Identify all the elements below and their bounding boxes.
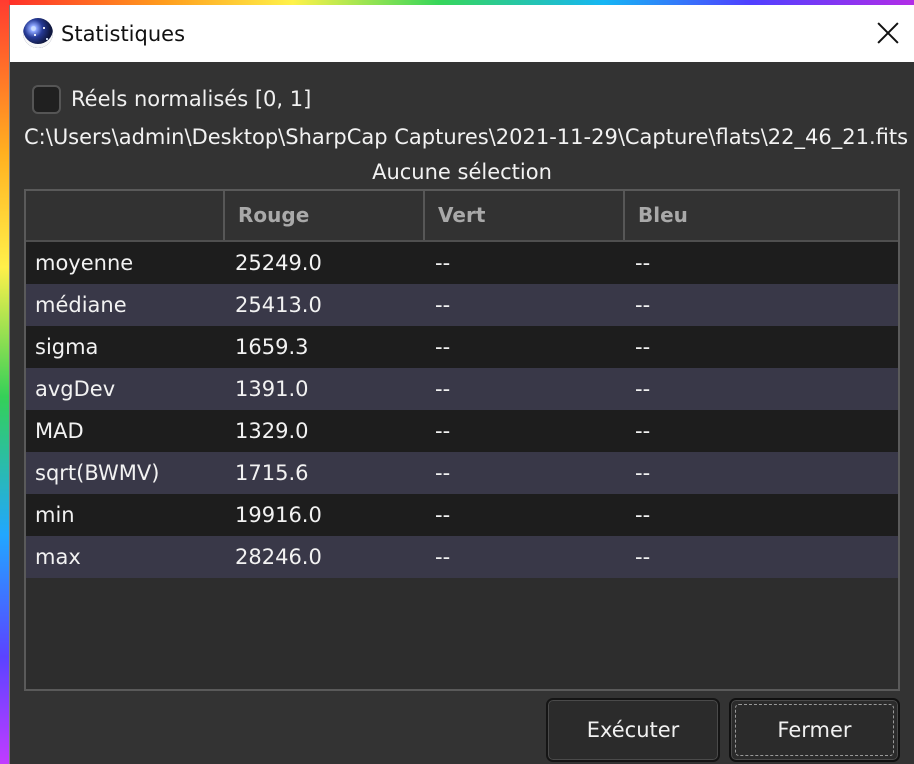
siril-globe-icon: [23, 18, 53, 48]
stat-name: avgDev: [35, 377, 116, 401]
window-title: Statistiques: [61, 22, 186, 46]
normalized-checkbox-label: Réels normalisés [0, 1]: [71, 87, 312, 111]
desktop-rainbow-edge: [0, 0, 9, 764]
table-row: max 28246.0 -- --: [26, 536, 898, 578]
stat-name: MAD: [35, 419, 84, 443]
close-icon[interactable]: [874, 19, 902, 47]
red-value: 1329.0: [235, 419, 309, 443]
green-value: --: [435, 503, 451, 527]
normalized-checkbox[interactable]: [32, 84, 61, 114]
row-label-header: [26, 191, 225, 240]
green-value: --: [435, 293, 451, 317]
green-value: --: [435, 335, 451, 359]
green-value: --: [435, 377, 451, 401]
table-row: sigma 1659.3 -- --: [26, 326, 898, 368]
close-button[interactable]: Fermer: [729, 698, 900, 762]
blue-value: --: [635, 419, 651, 443]
table-row: min 19916.0 -- --: [26, 494, 898, 536]
selection-status: Aucune sélection: [372, 160, 552, 184]
red-value: 19916.0: [235, 503, 322, 527]
green-value: --: [435, 419, 451, 443]
stat-name: médiane: [35, 293, 127, 317]
red-value: 28246.0: [235, 545, 322, 569]
dialog-content: Réels normalisés [0, 1] C:\Users\admin\D…: [10, 62, 914, 764]
red-column-header: Rouge: [225, 191, 425, 240]
red-value: 25413.0: [235, 293, 322, 317]
table-row: médiane 25413.0 -- --: [26, 284, 898, 326]
red-value: 25249.0: [235, 251, 322, 275]
blue-column-header: Bleu: [638, 203, 688, 227]
normalized-checkbox-row[interactable]: Réels normalisés [0, 1]: [32, 83, 311, 115]
table-row: moyenne 25249.0 -- --: [26, 242, 898, 284]
title-bar: Statistiques: [10, 5, 914, 62]
blue-value: --: [635, 377, 651, 401]
execute-button-label: Exécuter: [586, 718, 680, 742]
statistics-table: Rouge Vert Bleu moyenne 25249.0 -- -- mé…: [24, 189, 900, 691]
stat-name: sigma: [35, 335, 99, 359]
blue-value: --: [635, 461, 651, 485]
blue-value: --: [635, 503, 651, 527]
green-column-header: Vert: [425, 191, 625, 240]
stat-name: max: [35, 545, 81, 569]
red-value: 1715.6: [235, 461, 309, 485]
table-header: Rouge Vert Bleu: [26, 191, 898, 242]
table-row: avgDev 1391.0 -- --: [26, 368, 898, 410]
red-value: 1659.3: [235, 335, 309, 359]
stat-name: moyenne: [35, 251, 134, 275]
blue-value: --: [635, 335, 651, 359]
green-value: --: [435, 461, 451, 485]
green-value: --: [435, 251, 451, 275]
stat-name: min: [35, 503, 75, 527]
red-value: 1391.0: [235, 377, 309, 401]
table-row: MAD 1329.0 -- --: [26, 410, 898, 452]
statistics-dialog: Statistiques Réels normalisés [0, 1] C:\…: [9, 5, 914, 764]
file-path: C:\Users\admin\Desktop\SharpCap Captures…: [24, 125, 909, 149]
blue-value: --: [635, 293, 651, 317]
green-value: --: [435, 545, 451, 569]
blue-value: --: [635, 251, 651, 275]
execute-button[interactable]: Exécuter: [546, 698, 720, 762]
stat-name: sqrt(BWMV): [35, 461, 160, 485]
table-row: sqrt(BWMV) 1715.6 -- --: [26, 452, 898, 494]
blue-value: --: [635, 545, 651, 569]
close-button-label: Fermer: [777, 718, 852, 742]
